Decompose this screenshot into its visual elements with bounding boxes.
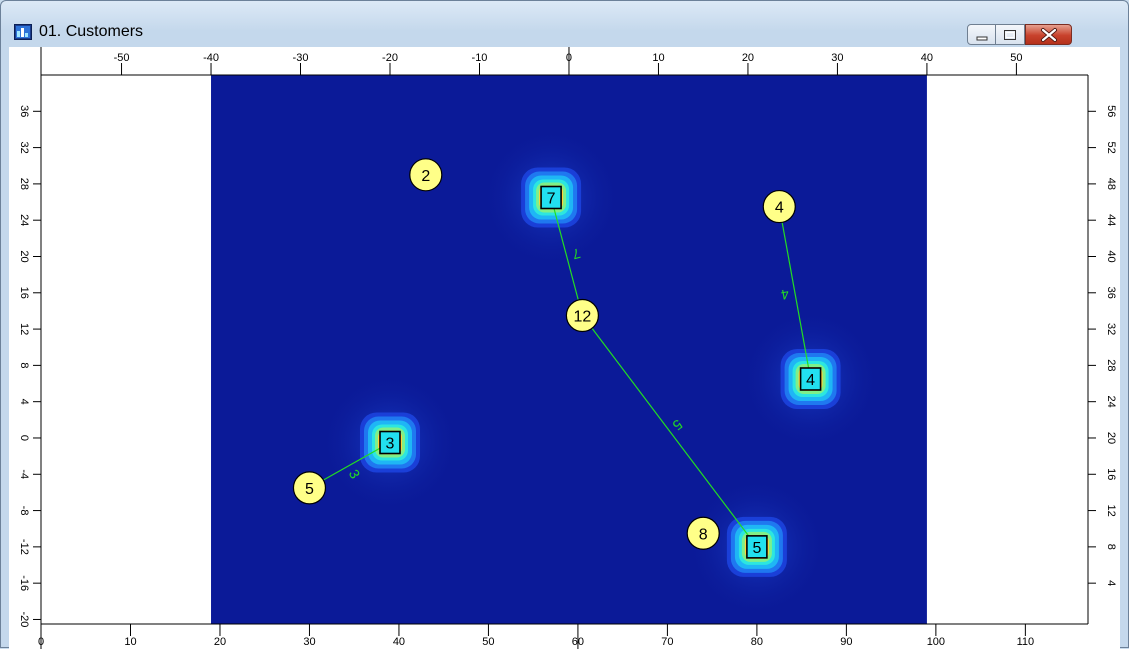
window-title: 01. Customers xyxy=(39,23,144,40)
maximize-icon xyxy=(1004,30,1016,40)
top-tick-label: 50 xyxy=(1010,52,1022,64)
node-12[interactable]: 12 xyxy=(565,298,599,333)
bottom-tick-label: 100 xyxy=(927,636,945,648)
right-tick-label: 36 xyxy=(1105,287,1117,299)
bottom-tick-label: 20 xyxy=(214,636,226,648)
right-tick-label: 44 xyxy=(1105,214,1117,226)
title-bar[interactable]: 01. Customers xyxy=(1,1,1128,47)
bottom-tick-label: 90 xyxy=(840,636,852,648)
left-tick-label: 36 xyxy=(18,105,30,117)
bottom-tick-label: 110 xyxy=(1017,636,1035,648)
node-4[interactable]: 4 xyxy=(762,189,796,224)
top-tick-label: -10 xyxy=(472,52,488,64)
left-tick-label: -12 xyxy=(18,539,30,555)
bottom-tick-label: 70 xyxy=(661,636,673,648)
bottom-tick-label: 60 xyxy=(572,636,584,648)
top-tick-label: -40 xyxy=(203,52,219,64)
left-tick-label: 4 xyxy=(18,399,30,405)
node-label: 5 xyxy=(305,481,314,498)
right-tick-label: 28 xyxy=(1105,359,1117,371)
bottom-tick-label: 40 xyxy=(393,636,405,648)
node-8[interactable]: 8 xyxy=(686,516,720,550)
left-tick-label: 32 xyxy=(18,141,30,153)
chart-client-area: -50 -40 -30 -20 -10 0 10 20 30 40 50 0 10 20 30 40 50 60 7… xyxy=(9,47,1120,649)
top-tick-label: 40 xyxy=(921,52,933,64)
top-tick-label: 30 xyxy=(831,52,843,64)
right-tick-label: 20 xyxy=(1105,432,1117,444)
right-tick-label: 48 xyxy=(1105,178,1117,190)
node-label: 12 xyxy=(573,308,591,325)
right-tick-label: 52 xyxy=(1105,141,1117,153)
node-label: 8 xyxy=(699,526,708,543)
left-tick-label: 24 xyxy=(18,214,30,226)
bottom-tick-label: 0 xyxy=(38,636,44,648)
left-tick-label: -16 xyxy=(18,575,30,591)
customer-4[interactable]: 4 xyxy=(799,367,822,391)
top-tick-label: -20 xyxy=(382,52,398,64)
left-tick-label: -20 xyxy=(18,612,30,628)
left-tick-label: 20 xyxy=(18,250,30,262)
top-tick-label: 20 xyxy=(742,52,754,64)
right-tick-label: 8 xyxy=(1105,544,1117,550)
right-tick-label: 24 xyxy=(1105,396,1117,408)
right-tick-label: 56 xyxy=(1105,105,1117,117)
bottom-tick-label: 10 xyxy=(124,636,136,648)
left-tick-label: 0 xyxy=(18,435,30,441)
top-tick-label: -30 xyxy=(293,52,309,64)
customer-heatmap-chart[interactable]: -50 -40 -30 -20 -10 0 10 20 30 40 500 10 20 30 40 50 60 7… xyxy=(9,47,1120,649)
left-tick-label: -8 xyxy=(18,506,30,516)
right-tick-label: 12 xyxy=(1105,504,1117,516)
node-label: 4 xyxy=(775,200,784,217)
right-tick-label: 4 xyxy=(1105,580,1117,586)
customer-label: 7 xyxy=(547,191,556,208)
customer-label: 4 xyxy=(806,372,815,389)
chart-window-icon xyxy=(14,24,32,40)
customer-3[interactable]: 3 xyxy=(379,430,401,455)
right-tick-label: 40 xyxy=(1105,250,1117,262)
bottom-tick-label: 80 xyxy=(751,636,763,648)
close-icon xyxy=(1041,28,1057,42)
left-tick-label: 28 xyxy=(18,178,30,190)
minimize-button[interactable] xyxy=(967,24,996,45)
top-tick-label: 0 xyxy=(566,52,572,64)
maximize-button[interactable] xyxy=(996,24,1025,45)
right-tick-label: 32 xyxy=(1105,323,1117,335)
customer-5[interactable]: 5 xyxy=(746,535,768,559)
top-axis-band xyxy=(9,47,1120,75)
bottom-tick-label: 30 xyxy=(303,636,315,648)
right-tick-label: 16 xyxy=(1105,468,1117,480)
close-button[interactable] xyxy=(1025,24,1072,45)
node-2[interactable]: 2 xyxy=(409,158,443,192)
top-tick-label: 10 xyxy=(652,52,664,64)
customers-window: 01. Customers -50 -40 -30 -20 -10 0 10 20 30 40 50… xyxy=(0,0,1129,649)
left-tick-label: 12 xyxy=(18,323,30,335)
customer-label: 5 xyxy=(752,540,761,557)
bottom-axis-band xyxy=(9,624,1120,649)
bottom-tick-label: 50 xyxy=(482,636,494,648)
left-tick-label: -4 xyxy=(18,469,30,479)
top-tick-label: -50 xyxy=(114,52,130,64)
node-label: 2 xyxy=(421,168,430,185)
node-5[interactable]: 5 xyxy=(292,471,327,505)
left-tick-label: 8 xyxy=(18,362,30,368)
customer-7[interactable]: 7 xyxy=(540,185,562,210)
left-tick-label: 16 xyxy=(18,287,30,299)
minimize-icon xyxy=(976,36,988,41)
customer-label: 3 xyxy=(386,436,395,453)
